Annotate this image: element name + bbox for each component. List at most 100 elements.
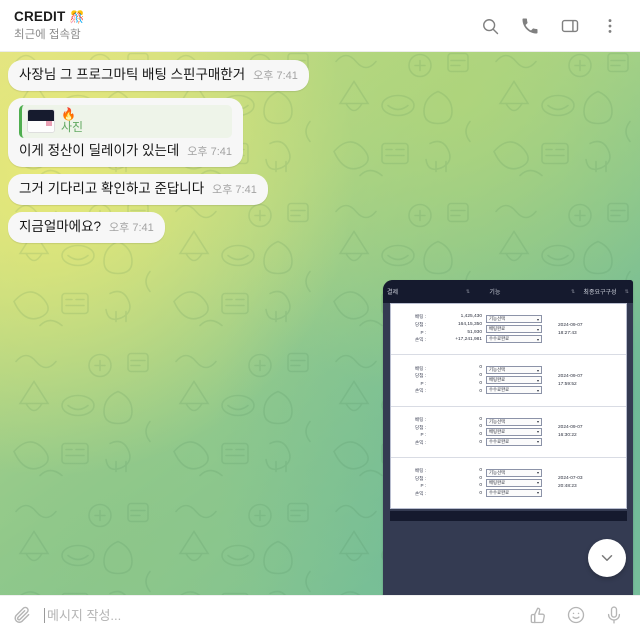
chat-title-row: CREDIT 🎊 <box>14 9 480 24</box>
telegram-chat-window: CREDIT 🎊 최근에 접속함 사장님 그 프로그마틱 배팅 스핀구매한거 오… <box>0 0 640 634</box>
row-value: 164,15,350 <box>457 321 482 327</box>
row-value: 0 <box>479 467 482 473</box>
row-labels: 배팅 : 당첨 : P : 손익 : <box>394 416 428 445</box>
table-row: 배팅 : 당첨 : P : 손익 : 1,425,430 164,15,350 … <box>391 304 626 356</box>
screenshot-header-col1: 결제 <box>387 290 399 296</box>
sort-icon: ⇅ <box>570 288 576 295</box>
sort-icon: ⇅ <box>465 288 471 295</box>
row-selects: 기능선택 ▾ 배팅완료 ▾ 수수료완료 ▾ <box>486 468 552 497</box>
row-label: 당첨 : <box>414 475 426 481</box>
row-label: 당첨 : <box>414 373 426 379</box>
screenshot-header-col2: 기능 <box>489 290 501 296</box>
select-fee-status[interactable]: 수수료완료 ▾ <box>486 488 542 497</box>
sticker-thumbsup-icon[interactable] <box>528 605 548 625</box>
table-row: 배팅 : 당첨 : P : 손익 : 0 0 0 0 기능선택 ▾ 배팅완료 ▾… <box>391 458 626 508</box>
select-fee-status[interactable]: 수수료완료 ▾ <box>486 386 542 395</box>
row-date: 2024-07-03 <box>558 476 583 482</box>
row-time: 17:59:52 <box>558 381 577 387</box>
row-time: 16:30:22 <box>558 433 577 439</box>
row-values: 1,425,430 164,15,350 51,930 +17,241,981 <box>428 314 486 343</box>
message-bubble[interactable]: 지금얼마에요? 오후 7:41 <box>8 211 165 243</box>
row-values: 0 0 0 0 <box>428 467 486 497</box>
select-bet-status[interactable]: 배팅완료 ▾ <box>486 376 542 385</box>
sidebar-panel-icon[interactable] <box>560 16 580 36</box>
screenshot-table-header: 결제 ⇅ 기능 ⇅ 최종요구구성 ⇅ <box>383 280 633 303</box>
row-value: 0 <box>479 416 482 422</box>
message-bubble[interactable]: 그거 기다리고 확인하고 준답니다 오후 7:41 <box>8 173 268 205</box>
chevron-down-icon: ▾ <box>536 429 539 435</box>
reply-quote-block[interactable]: 🔥 사진 <box>19 105 233 138</box>
table-row: 배팅 : 당첨 : P : 손익 : 0 0 0 0 기능선택 ▾ 배팅완료 ▾… <box>391 407 626 458</box>
chevron-down-icon: ▾ <box>536 480 539 486</box>
row-label: 손익 : <box>414 490 426 496</box>
search-icon[interactable] <box>480 16 500 36</box>
scroll-to-bottom-button[interactable] <box>588 539 626 577</box>
message-timestamp: 오후 7:41 <box>109 221 154 234</box>
row-datetime: 2024-09-07 18:27:43 <box>552 323 623 336</box>
message-timestamp: 오후 7:41 <box>187 145 233 158</box>
chat-header-titles[interactable]: CREDIT 🎊 최근에 접속함 <box>14 9 480 42</box>
chevron-down-icon: ▾ <box>536 470 539 476</box>
emoji-smile-icon[interactable] <box>566 605 586 625</box>
row-value: 0 <box>479 475 482 481</box>
screenshot-table: 배팅 : 당첨 : P : 손익 : 1,425,430 164,15,350 … <box>390 303 627 509</box>
select-bet-status[interactable]: 배팅완료 ▾ <box>486 325 542 334</box>
row-time: 20:48:23 <box>558 484 577 490</box>
row-date: 2024-09-07 <box>558 373 583 379</box>
chevron-down-icon <box>601 555 613 561</box>
row-value: 0 <box>479 373 482 379</box>
row-label: 배팅 : <box>414 468 426 474</box>
message-timestamp: 오후 7:41 <box>212 183 257 196</box>
select-function[interactable]: 기능선택 ▾ <box>486 468 542 477</box>
call-icon[interactable] <box>520 16 540 36</box>
more-vertical-icon[interactable] <box>600 16 620 36</box>
message-text: 이게 정산이 딜레이가 있는데 <box>19 143 180 159</box>
row-value: 0 <box>479 432 482 438</box>
row-value: 0 <box>479 380 482 386</box>
row-label: P : <box>420 483 426 489</box>
select-bet-status[interactable]: 배팅완료 ▾ <box>486 478 542 487</box>
select-function[interactable]: 기능선택 ▾ <box>486 417 542 426</box>
row-label: P : <box>420 432 426 438</box>
select-function[interactable]: 기능선택 ▾ <box>486 366 542 375</box>
chevron-down-icon: ▾ <box>536 377 539 383</box>
message-bubble[interactable]: 사장님 그 프로그마틱 배팅 스핀구매한거 오후 7:41 <box>8 60 309 91</box>
row-value: 51,930 <box>467 329 482 335</box>
row-label: 배팅 : <box>414 416 426 422</box>
message-timestamp: 오후 7:41 <box>253 70 298 82</box>
row-selects: 기능선택 ▾ 배팅완료 ▾ 수수료완료 ▾ <box>486 315 552 344</box>
row-date: 2024-09-07 <box>558 425 583 431</box>
party-popper-icon: 🎊 <box>69 9 85 24</box>
message-bubble[interactable]: 🔥 사진 이게 정산이 딜레이가 있는데 오후 7:41 <box>8 98 244 167</box>
message-line: 사장님 그 프로그마틱 배팅 스핀구매한거 오후 7:41 <box>19 67 298 84</box>
paperclip-icon[interactable] <box>12 605 32 625</box>
select-bet-status[interactable]: 배팅완료 ▾ <box>486 427 542 436</box>
chevron-down-icon: ▾ <box>536 336 539 342</box>
row-value: 0 <box>479 439 482 445</box>
chevron-down-icon: ▾ <box>536 387 539 393</box>
message-line: 지금얼마에요? 오후 7:41 <box>19 219 154 236</box>
microphone-icon[interactable] <box>604 605 624 625</box>
row-label: 배팅 : <box>414 314 426 320</box>
row-labels: 배팅 : 당첨 : P : 손익 : <box>394 365 428 394</box>
message-list-area[interactable]: 사장님 그 프로그마틱 배팅 스핀구매한거 오후 7:41 🔥 사진 이게 정산 <box>0 52 640 595</box>
row-label: 손익 : <box>414 337 426 343</box>
composer-actions <box>528 605 626 625</box>
message-line: 그거 기다리고 확인하고 준답니다 오후 7:41 <box>19 181 257 198</box>
row-label: 손익 : <box>414 439 426 445</box>
row-value: 0 <box>479 483 482 489</box>
reply-thumbnail-image <box>27 109 55 134</box>
select-function[interactable]: 기능선택 ▾ <box>486 315 542 324</box>
row-label: 당첨 : <box>414 424 426 430</box>
chat-status-text: 최근에 접속함 <box>14 29 81 41</box>
screenshot-header-col3: 최종요구구성 <box>583 290 617 296</box>
select-fee-status[interactable]: 수수료완료 ▾ <box>486 335 542 344</box>
chat-header: CREDIT 🎊 최근에 접속함 <box>0 0 640 52</box>
chevron-down-icon: ▾ <box>536 419 539 425</box>
row-label: 배팅 : <box>414 365 426 371</box>
table-row: 배팅 : 당첨 : P : 손익 : 0 0 0 0 기능선택 ▾ 배팅완료 ▾… <box>391 355 626 407</box>
composer-input-wrap[interactable] <box>44 607 516 623</box>
select-fee-status[interactable]: 수수료완료 ▾ <box>486 437 542 446</box>
message-input[interactable] <box>47 607 516 623</box>
row-label: P : <box>420 380 426 386</box>
